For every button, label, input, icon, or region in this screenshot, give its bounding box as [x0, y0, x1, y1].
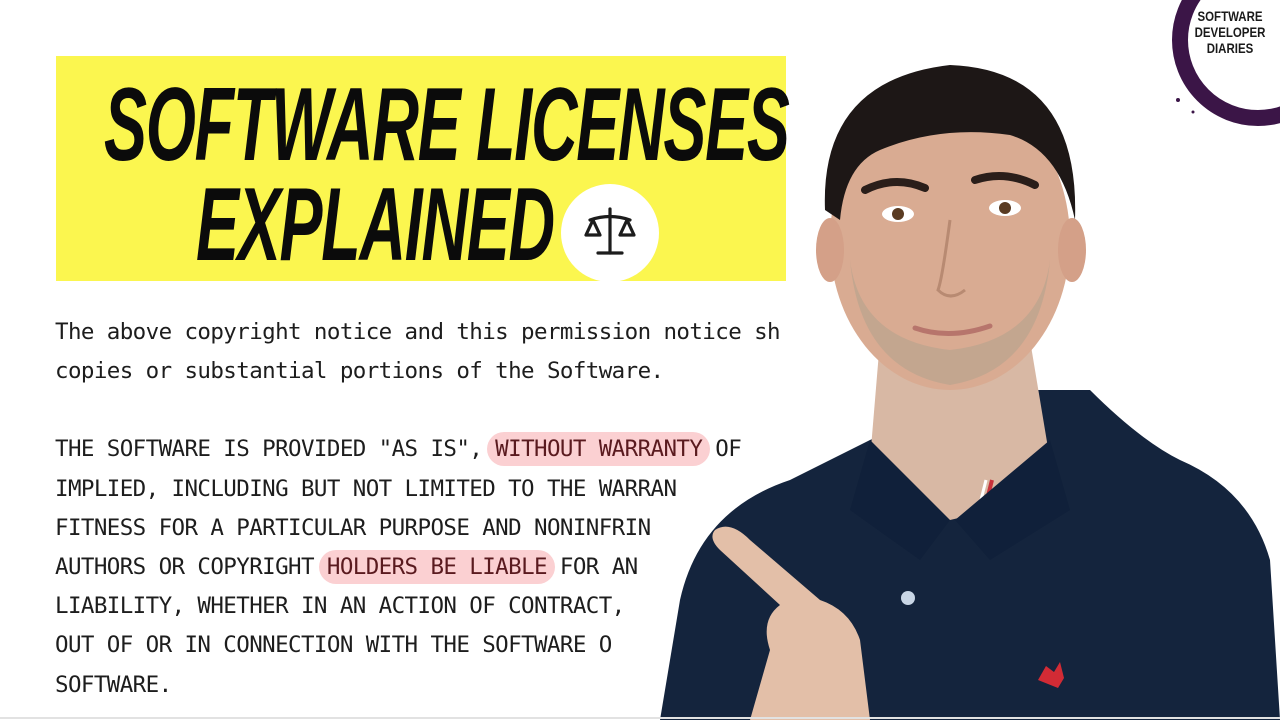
- license-text-segment: SOFTWARE.: [55, 671, 172, 698]
- logo-line-3: DIARIES: [1206, 40, 1254, 56]
- license-text-segment: OUT OF OR IN CONNECTION WITH THE SOFTWAR…: [55, 632, 612, 659]
- license-text-segment: AUTHORS OR COPYRIGHT: [55, 554, 327, 581]
- presenter-photo: [660, 65, 1280, 720]
- license-text-segment: LIABILITY, WHETHER IN AN ACTION OF CONTR…: [55, 593, 625, 620]
- logo-line-2: DEVELOPER: [1194, 24, 1266, 40]
- bottom-divider: [0, 717, 1280, 719]
- logo-line-1: SOFTWARE: [1197, 8, 1263, 24]
- license-text-segment: FITNESS FOR A PARTICULAR PURPOSE AND NON…: [55, 514, 651, 541]
- license-text-segment: IMPLIED, INCLUDING BUT NOT LIMITED TO TH…: [55, 475, 677, 502]
- license-text-segment: THE SOFTWARE IS PROVIDED "AS IS",: [55, 436, 496, 463]
- channel-logo-text: SOFTWARE DEVELOPER DIARIES: [1189, 8, 1271, 56]
- shirt-button: [901, 591, 915, 605]
- highlighted-phrase: HOLDERS BE LIABLE: [318, 550, 555, 585]
